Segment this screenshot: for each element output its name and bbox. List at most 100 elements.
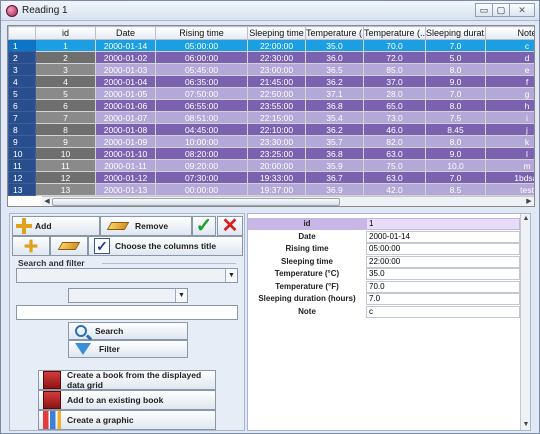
detail-value[interactable]: 22:00:00 (366, 255, 520, 268)
table-cell-date[interactable]: 2000-01-11 (95, 159, 156, 172)
table-cell-id[interactable]: 6 (35, 99, 96, 112)
table-cell-dur[interactable]: 8.5 (425, 183, 486, 196)
table-cell-id[interactable]: 10 (35, 147, 96, 160)
row-number[interactable]: 12 (8, 171, 36, 184)
remove-button[interactable]: Remove (100, 216, 192, 236)
table-cell-note[interactable]: d (485, 51, 534, 64)
column-header[interactable]: Sleeping time (247, 26, 306, 40)
table-cell-id[interactable]: 7 (35, 111, 96, 124)
table-cell-tf[interactable]: 42.0 (363, 183, 426, 196)
table-row[interactable]: 11 11 2000-01-11 09:20:00 20:00:00 35.9 75.0 10… (8, 159, 534, 172)
table-cell-date[interactable]: 2000-01-10 (95, 147, 156, 160)
scroll-down-icon[interactable]: ▼ (521, 420, 531, 430)
search-input[interactable] (16, 305, 238, 320)
table-cell-dur[interactable]: 10.0 (425, 159, 486, 172)
table-cell-rise[interactable]: 07:30:00 (155, 171, 248, 184)
table-cell-id[interactable]: 3 (35, 63, 96, 76)
table-cell-dur[interactable]: 7.0 (425, 87, 486, 100)
table-cell-sleep[interactable]: 22:15:00 (247, 111, 306, 124)
table-cell-tc[interactable]: 36.2 (305, 123, 364, 136)
row-number[interactable]: 7 (8, 111, 36, 124)
table-cell-rise[interactable]: 00:00:00 (155, 183, 248, 196)
table-cell-dur[interactable]: 7.0 (425, 39, 486, 52)
table-cell-dur[interactable]: 8.0 (425, 135, 486, 148)
table-row[interactable]: 9 9 2000-01-09 10:00:00 23:30:00 35.7 82.0 8.0 k (8, 135, 534, 148)
column-header[interactable]: Date (95, 26, 156, 40)
table-cell-tf[interactable]: 82.0 (363, 135, 426, 148)
column-header[interactable]: id (35, 26, 96, 40)
table-cell-tf[interactable]: 46.0 (363, 123, 426, 136)
table-cell-rise[interactable]: 08:20:00 (155, 147, 248, 160)
table-cell-tf[interactable]: 28.0 (363, 87, 426, 100)
add-existing-book-button[interactable]: Add to an existing book (38, 390, 216, 410)
table-cell-date[interactable]: 2000-01-03 (95, 63, 156, 76)
detail-value[interactable]: 7.0 (366, 293, 520, 305)
detail-value[interactable]: 35.0 (366, 268, 520, 280)
table-row[interactable]: 2 2 2000-01-02 06:00:00 22:30:00 36.0 72.0 5.0 d (8, 51, 534, 64)
table-row[interactable]: 10 10 2000-01-10 08:20:00 23:25:00 36.8 63.0 9.… (8, 147, 534, 160)
table-cell-dur[interactable]: 8.0 (425, 63, 486, 76)
table-row[interactable]: 13 13 2000-01-13 00:00:00 19:37:00 36.9 42.0 8.… (8, 183, 534, 196)
table-cell-tf[interactable]: 72.0 (363, 51, 426, 64)
table-cell-sleep[interactable]: 23:55:00 (247, 99, 306, 112)
table-cell-rise[interactable]: 05:45:00 (155, 63, 248, 76)
table-row[interactable]: 1 1 2000-01-14 05:00:00 22:00:00 35.0 70.0 7.0 c (8, 39, 534, 52)
scroll-thumb[interactable] (52, 198, 340, 206)
row-number[interactable]: 1 (8, 39, 36, 52)
table-cell-note[interactable]: 1bdsaf (485, 171, 534, 184)
data-grid[interactable]: id Date Rising time Sleeping time Temper… (7, 25, 535, 207)
table-cell-note[interactable]: m (485, 159, 534, 172)
table-cell-id[interactable]: 13 (35, 183, 96, 196)
table-cell-note[interactable]: c (485, 39, 534, 52)
table-cell-rise[interactable]: 05:00:00 (155, 39, 248, 52)
table-cell-date[interactable]: 2000-01-07 (95, 111, 156, 124)
table-cell-note[interactable]: test (485, 183, 534, 196)
table-cell-tf[interactable]: 75.0 (363, 159, 426, 172)
table-cell-sleep[interactable]: 22:30:00 (247, 51, 306, 64)
table-cell-tc[interactable]: 36.7 (305, 171, 364, 184)
table-cell-rise[interactable]: 08:51:00 (155, 111, 248, 124)
column-header[interactable]: Note (485, 26, 534, 40)
table-cell-tf[interactable]: 37.0 (363, 75, 426, 88)
detail-value[interactable]: 1 (366, 218, 520, 230)
table-cell-note[interactable]: e (485, 63, 534, 76)
filter-button[interactable]: Filter (68, 340, 188, 358)
table-cell-note[interactable]: h (485, 99, 534, 112)
table-cell-id[interactable]: 4 (35, 75, 96, 88)
table-cell-rise[interactable]: 07:50:00 (155, 87, 248, 100)
table-cell-rise[interactable]: 04:45:00 (155, 123, 248, 136)
table-cell-sleep[interactable]: 20:00:00 (247, 159, 306, 172)
column-select[interactable]: ▼ (16, 268, 238, 283)
close-button[interactable]: ✕ (509, 3, 535, 17)
add-button[interactable]: Add (12, 216, 100, 236)
add-column-button[interactable] (12, 236, 50, 256)
table-cell-dur[interactable]: 7.5 (425, 111, 486, 124)
table-cell-rise[interactable]: 09:20:00 (155, 159, 248, 172)
table-row[interactable]: 4 4 2000-01-04 06:35:00 21:45:00 36.2 37.0 9.0 f (8, 75, 534, 88)
search-button[interactable]: Search (68, 322, 188, 340)
table-cell-id[interactable]: 1 (35, 39, 96, 52)
table-cell-dur[interactable]: 8.45 (425, 123, 486, 136)
table-cell-tf[interactable]: 85.0 (363, 63, 426, 76)
detail-value[interactable]: 70.0 (366, 280, 520, 293)
table-cell-id[interactable]: 9 (35, 135, 96, 148)
table-cell-tc[interactable]: 36.5 (305, 63, 364, 76)
table-cell-date[interactable]: 2000-01-12 (95, 171, 156, 184)
table-cell-tf[interactable]: 65.0 (363, 99, 426, 112)
table-cell-dur[interactable]: 9.0 (425, 147, 486, 160)
row-number[interactable]: 5 (8, 87, 36, 100)
table-cell-date[interactable]: 2000-01-08 (95, 123, 156, 136)
detail-value[interactable]: c (366, 305, 520, 318)
table-cell-note[interactable]: i (485, 111, 534, 124)
table-cell-dur[interactable]: 9.0 (425, 75, 486, 88)
table-row[interactable]: 7 7 2000-01-07 08:51:00 22:15:00 35.4 73.0 7.5 i (8, 111, 534, 124)
table-row[interactable]: 12 12 2000-01-12 07:30:00 19:33:00 36.7 63.0 7.… (8, 171, 534, 184)
table-cell-tc[interactable]: 35.7 (305, 135, 364, 148)
table-cell-sleep[interactable]: 23:25:00 (247, 147, 306, 160)
table-cell-tc[interactable]: 36.2 (305, 75, 364, 88)
row-number[interactable]: 8 (8, 123, 36, 136)
column-header[interactable]: Sleeping durat... (425, 26, 486, 40)
table-cell-id[interactable]: 12 (35, 171, 96, 184)
table-cell-date[interactable]: 2000-01-02 (95, 51, 156, 64)
table-cell-note[interactable]: l (485, 147, 534, 160)
